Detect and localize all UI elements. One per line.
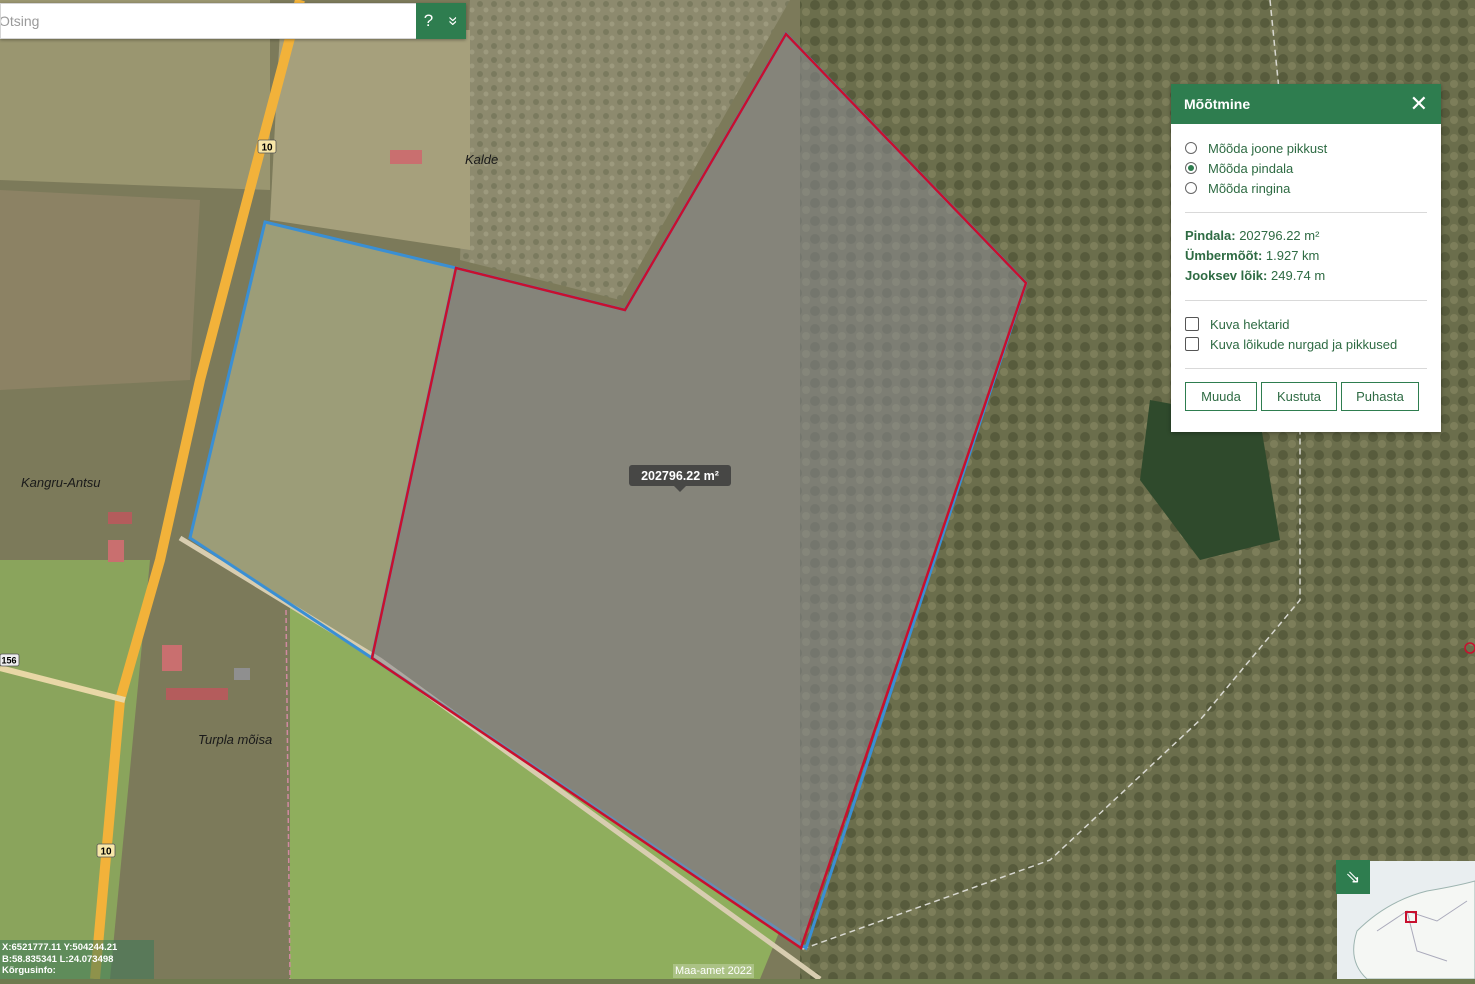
field-kalde [270,30,470,250]
checkbox-segments[interactable] [1185,337,1199,351]
option-label: Mõõda joone pikkust [1208,140,1328,156]
place-label-turpla-moisa: Turpla mõisa [198,732,272,747]
coords-height: Kõrgusinfo: [2,965,56,976]
measure-panel-title: Mõõtmine [1184,96,1251,112]
coords-bl: B:58.835341 L:24.073498 [2,953,114,965]
delete-button[interactable]: Kustuta [1261,382,1337,411]
stat-value: 1.927 km [1265,248,1320,263]
stat-value: 202796.22 m² [1239,228,1320,243]
coordinate-readout: X:6521777.11 Y:504244.21 B:58.835341 L:2… [0,940,154,979]
option-measure-circle[interactable]: Mõõda ringina [1185,178,1427,198]
radio-measure-circle[interactable] [1185,182,1197,194]
building [108,512,132,524]
measure-panel-body: Mõõda joone pikkust Mõõda pindala Mõõda … [1171,124,1441,411]
checkbox-hectares-row[interactable]: Kuva hektarid [1185,314,1427,334]
field-northwest [0,190,200,390]
stat-area: Pindala: 202796.22 m² [1185,226,1427,246]
stat-label: Pindala: [1185,228,1236,243]
edit-button[interactable]: Muuda [1185,382,1257,411]
building [162,645,182,671]
checkbox-hectares[interactable] [1185,317,1199,331]
option-label: Mõõda pindala [1208,160,1294,176]
divider [1185,212,1427,213]
building [234,668,250,680]
help-button[interactable]: ? [421,3,436,39]
expand-icon[interactable]: » [436,13,472,28]
radio-measure-length[interactable] [1185,142,1197,154]
checkbox-label: Kuva hektarid [1210,316,1290,332]
option-measure-length[interactable]: Mõõda joone pikkust [1185,138,1427,158]
stat-label: Jooksev lõik: [1185,268,1268,283]
search-input[interactable] [0,3,416,39]
building [108,540,124,562]
place-label-kangru-antsu: Kangru-Antsu [21,475,101,490]
road-badge-156: 156 [1,656,16,666]
place-label-kalde: Kalde [465,152,498,167]
search-bar: ? » [0,3,466,39]
stat-label: Ümbermõõt: [1185,248,1263,263]
option-measure-area[interactable]: Mõõda pindala [1185,158,1427,178]
close-icon[interactable]: ✕ [1410,93,1428,115]
stat-value: 249.74 m [1271,268,1326,283]
coords-xy: X:6521777.11 Y:504244.21 [2,942,118,953]
checkbox-segments-row[interactable]: Kuva lõikude nurgad ja pikkused [1185,334,1427,354]
option-label: Mõõda ringina [1208,180,1291,196]
stat-segment: Jooksev lõik: 249.74 m [1185,266,1427,286]
road-badge-10: 10 [100,847,112,858]
divider [1185,300,1427,301]
overview-toggle-icon[interactable]: ⇘ [1336,860,1370,894]
area-tooltip: 202796.22 m² [641,469,719,483]
button-row: Muuda Kustuta Puhasta [1185,382,1427,411]
radio-measure-area[interactable] [1185,162,1197,174]
map-attribution: Maa-amet 2022 [673,964,755,978]
measure-panel-header: Mõõtmine ✕ [1171,84,1441,124]
measure-panel: Mõõtmine ✕ Mõõda joone pikkust Mõõda pin… [1171,84,1441,432]
building [166,688,228,700]
divider [1185,368,1427,369]
search-buttons: ? » [416,3,466,39]
stat-perimeter: Ümbermõõt: 1.927 km [1185,246,1427,266]
building [390,150,422,164]
road-badge-10: 10 [261,143,273,154]
clear-button[interactable]: Puhasta [1341,382,1419,411]
checkbox-label: Kuva lõikude nurgad ja pikkused [1210,336,1398,352]
